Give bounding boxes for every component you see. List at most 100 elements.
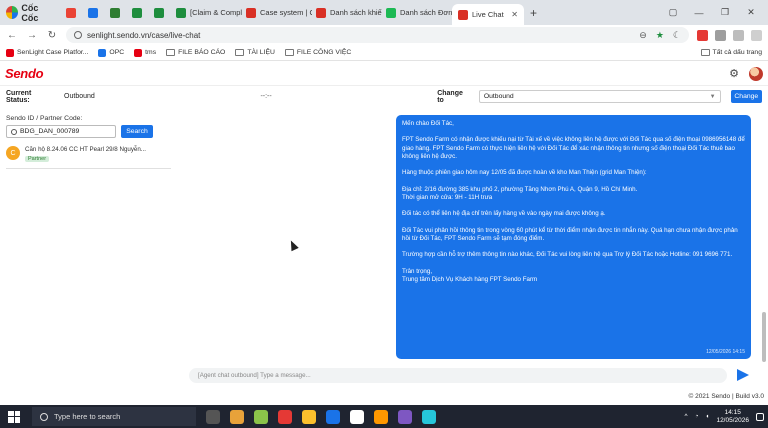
footer-text: © 2021 Sendo | Build v3.0: [688, 393, 764, 400]
clock-time: 14:15: [724, 408, 741, 416]
network-icon[interactable]: ◔: [695, 413, 699, 420]
tab-favicon-icon: [88, 7, 98, 18]
list-item[interactable]: C Căn hộ 8.24.06 CC HT Pearl 29/8 Nguyễn…: [6, 146, 176, 162]
message-paragraph: Trân trọng, Trung tâm Dịch Vụ Khách hàng…: [402, 267, 538, 283]
taskbar-app-icon[interactable]: [302, 409, 316, 424]
settings-gear-icon[interactable]: ⚙: [729, 67, 739, 80]
windows-start-icon[interactable]: [8, 410, 20, 423]
bookmarks-bar: SenLight Case Platfor... OPC tms FILE BÁO C…: [0, 45, 768, 61]
send-icon[interactable]: [737, 369, 749, 381]
menu-icon[interactable]: [751, 29, 762, 41]
message-paragraph: Trường hợp cần hỗ trợ thêm thông tin nào…: [402, 251, 733, 259]
site-info-icon[interactable]: [74, 31, 82, 39]
tab-label: Danh sách Đơn t: [400, 8, 452, 17]
browser-tab[interactable]: [106, 0, 128, 25]
download-icon[interactable]: [733, 29, 744, 41]
minimize-icon[interactable]: —: [692, 8, 706, 18]
tray-chevron-icon[interactable]: ^: [685, 413, 688, 420]
tab-favicon-icon: [154, 7, 164, 18]
tab-favicon-icon: [458, 9, 468, 20]
bookmark-item[interactable]: FILE BÁO CÁO: [166, 49, 225, 56]
browser-tab[interactable]: Danh sách khiếu: [312, 0, 382, 25]
bookmark-item[interactable]: SenLight Case Platfor...: [6, 48, 88, 57]
tab-close-icon[interactable]: ✕: [511, 10, 518, 19]
tab-favicon-icon: [316, 7, 326, 18]
url-field[interactable]: senlight.sendo.vn/case/live-chat ⊖ ★ ☾: [66, 27, 689, 43]
case-search-panel: Sendo ID / Partner Code: BDG_DAN_000789 …: [6, 115, 176, 169]
taskbar-app-icon[interactable]: [398, 409, 412, 424]
browser-tab[interactable]: Case system | Ca: [242, 0, 312, 25]
browser-brand[interactable]: Cốc Cốc: [0, 0, 62, 25]
divider: [6, 168, 171, 169]
tab-favicon-icon: [246, 7, 256, 18]
bookmark-item[interactable]: FILE CÔNG VIỆC: [284, 49, 352, 56]
status-row: Current Status: Outbound --:-- Change to…: [0, 88, 768, 105]
tab-label: Live Chat: [472, 10, 504, 19]
new-tab-button[interactable]: +: [524, 6, 543, 20]
browser-tab[interactable]: [62, 0, 84, 25]
partner-search-input[interactable]: BDG_DAN_000789: [6, 125, 116, 138]
taskbar-app-icon[interactable]: [230, 409, 244, 424]
folder-icon: [235, 49, 245, 56]
browser-tab[interactable]: [150, 0, 172, 25]
reload-icon[interactable]: ↻: [46, 30, 58, 41]
clock[interactable]: 14:15 12/05/2026: [716, 409, 749, 425]
tab-label: Danh sách khiếu: [330, 8, 382, 17]
zoom-icon[interactable]: ⊖: [639, 30, 647, 41]
back-icon[interactable]: ←: [6, 30, 18, 41]
browser-tabbar: Cốc Cốc [Claim & Compla Case system | Ca D…: [0, 0, 768, 25]
browser-tab[interactable]: [128, 0, 150, 25]
avatar[interactable]: [749, 66, 763, 81]
current-status-value: Outbound: [64, 93, 95, 100]
bookmark-label: FILE CÔNG VIỆC: [296, 49, 352, 56]
extension-puzzle-icon[interactable]: [715, 29, 726, 41]
bookmark-favicon-icon: [6, 48, 14, 57]
message-paragraph: Hàng thuộc phiên giao hôm nay 12/05 đã đ…: [402, 169, 647, 177]
taskbar-search[interactable]: Type here to search: [32, 407, 196, 426]
taskbar-app-icon[interactable]: [206, 409, 220, 424]
bookmark-item[interactable]: OPC: [98, 48, 124, 57]
maximize-icon[interactable]: ❐: [718, 7, 732, 18]
message-input[interactable]: [Agent chat outbound] Type a message...: [189, 367, 727, 383]
folder-icon: [166, 49, 176, 56]
chat-timer: --:--: [260, 93, 272, 100]
sendo-logo[interactable]: Sendo: [5, 66, 44, 81]
all-bookmarks[interactable]: Tất cả dấu trang: [700, 49, 762, 56]
profile-icon[interactable]: ▢: [666, 7, 680, 18]
message-timestamp: 12/05/2026 14:15: [706, 348, 745, 355]
search-button[interactable]: Search: [121, 125, 153, 138]
notification-icon[interactable]: [756, 412, 764, 421]
bookmark-item[interactable]: TÀI LIỆU: [235, 49, 275, 56]
bookmark-item[interactable]: tms: [134, 48, 156, 57]
system-tray: ^ ◔ ◖ 14:15 12/05/2026: [685, 409, 764, 425]
tab-favicon-icon: [176, 7, 186, 18]
browser-brand-name: Cốc Cốc: [21, 2, 39, 23]
taskbar-app-icon[interactable]: [350, 409, 364, 424]
bookmark-star-icon[interactable]: ★: [656, 30, 664, 41]
browser-tab[interactable]: Live Chat ✕: [452, 4, 524, 25]
browser-tab[interactable]: [84, 0, 106, 25]
taskbar-app-icon[interactable]: [422, 409, 436, 424]
forward-icon[interactable]: →: [26, 30, 38, 41]
close-window-icon[interactable]: ✕: [744, 7, 758, 18]
volume-icon[interactable]: ◖: [706, 413, 710, 420]
mouse-cursor-icon: [287, 238, 299, 252]
status-select[interactable]: Outbound ▼: [478, 90, 721, 103]
message-paragraph: Địa chỉ: 2/16 đường 385 khu phố 2, phườn…: [402, 185, 638, 201]
browser-tab[interactable]: Danh sách Đơn t: [382, 0, 452, 25]
chat-scrollbar[interactable]: [762, 312, 766, 362]
chat-message-bubble: Mến chào Đối Tác, FPT Sendo Farm có nhận …: [396, 115, 751, 359]
browser-tab[interactable]: [Claim & Compla: [172, 0, 242, 25]
taskbar-app-icon[interactable]: [254, 409, 268, 424]
taskbar-app-icon[interactable]: [278, 409, 292, 424]
clock-date: 12/05/2026: [716, 416, 749, 424]
extension-shield-icon[interactable]: [697, 29, 708, 41]
dark-mode-icon[interactable]: ☾: [673, 30, 681, 41]
change-status-button[interactable]: Change: [730, 90, 762, 103]
taskbar-app-icon[interactable]: [374, 409, 388, 424]
extensions: [697, 29, 762, 41]
message-paragraph: FPT Sendo Farm có nhận được khiếu nại từ…: [402, 136, 745, 160]
change-to-label: Change to: [437, 89, 463, 104]
taskbar-app-icon[interactable]: [326, 409, 340, 424]
bookmark-favicon-icon: [134, 48, 143, 57]
